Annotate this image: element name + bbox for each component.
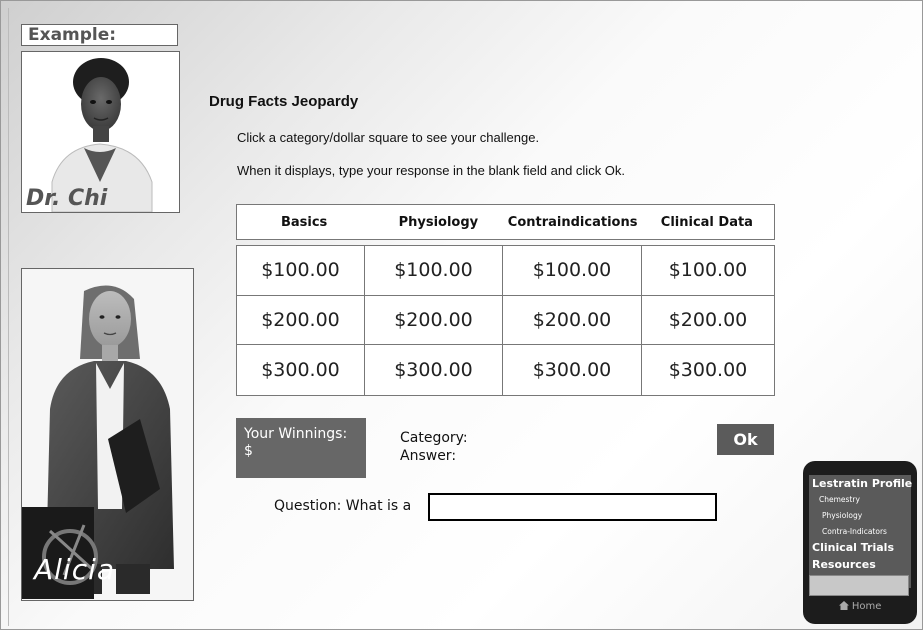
phone-search-field[interactable] xyxy=(809,575,909,596)
winnings-box: Your Winnings: $ xyxy=(236,418,366,478)
square-clinical-data-300[interactable]: $300.00 xyxy=(642,345,774,395)
category-answer-display: Category: Answer: xyxy=(400,429,468,465)
category-contraindications: Contraindications xyxy=(507,214,638,230)
instruction-respond: When it displays, type your response in … xyxy=(237,163,626,178)
home-icon xyxy=(838,601,849,610)
square-clinical-data-200[interactable]: $200.00 xyxy=(642,296,774,346)
home-label: Home xyxy=(851,601,882,612)
nav-clinical-trials[interactable]: Clinical Trials xyxy=(812,541,894,554)
left-divider xyxy=(8,8,9,626)
dr-chi-name: Dr. Chi xyxy=(26,186,108,211)
question-label: Question: What is a xyxy=(274,498,412,514)
answer-label: Answer: xyxy=(400,448,457,464)
home-button[interactable]: Home xyxy=(803,601,917,612)
square-physiology-100[interactable]: $100.00 xyxy=(365,246,503,296)
category-clinical-data: Clinical Data xyxy=(660,214,753,230)
alicia-name: Alicia xyxy=(34,553,116,586)
category-header-row: Basics Physiology Contraindications Clin… xyxy=(236,204,775,240)
alicia-portrait xyxy=(22,285,174,599)
ok-button[interactable]: Ok xyxy=(717,424,774,455)
category-basics: Basics xyxy=(280,214,328,230)
instruction-select: Click a category/dollar square to see yo… xyxy=(237,130,540,145)
example-label: Example: xyxy=(21,24,178,46)
jeopardy-board: $100.00 $100.00 $100.00 $100.00 $200.00 … xyxy=(236,245,775,396)
winnings-label: Your Winnings: xyxy=(244,426,348,442)
winnings-value: $ xyxy=(244,443,253,459)
square-contraindications-300[interactable]: $300.00 xyxy=(503,345,642,395)
alicia-card: Alicia xyxy=(21,268,194,601)
square-physiology-200[interactable]: $200.00 xyxy=(365,295,503,346)
question-input[interactable] xyxy=(428,493,717,521)
phone-nav: Lestratin Profile Chemestry Physiology C… xyxy=(803,461,917,624)
square-physiology-300[interactable]: $300.00 xyxy=(365,345,503,395)
nav-contra-indicators[interactable]: Contra-Indicators xyxy=(822,527,887,536)
category-physiology: Physiology xyxy=(398,214,479,230)
square-contraindications-100[interactable]: $100.00 xyxy=(503,246,642,296)
dr-chi-card: Dr. Chi xyxy=(21,51,180,213)
square-contraindications-200[interactable]: $200.00 xyxy=(503,295,642,346)
game-title: Drug Facts Jeopardy xyxy=(209,93,359,110)
nav-resources[interactable]: Resources xyxy=(812,558,876,571)
nav-physiology[interactable]: Physiology xyxy=(822,511,862,520)
square-basics-200[interactable]: $200.00 xyxy=(237,295,365,346)
phone-menu: Lestratin Profile Chemestry Physiology C… xyxy=(809,475,912,588)
square-clinical-data-100[interactable]: $100.00 xyxy=(642,246,774,296)
square-basics-100[interactable]: $100.00 xyxy=(237,246,365,296)
category-label: Category: xyxy=(400,430,468,446)
nav-lestratin-profile[interactable]: Lestratin Profile xyxy=(812,477,912,490)
square-basics-300[interactable]: $300.00 xyxy=(237,345,365,395)
nav-chemestry[interactable]: Chemestry xyxy=(819,495,860,504)
